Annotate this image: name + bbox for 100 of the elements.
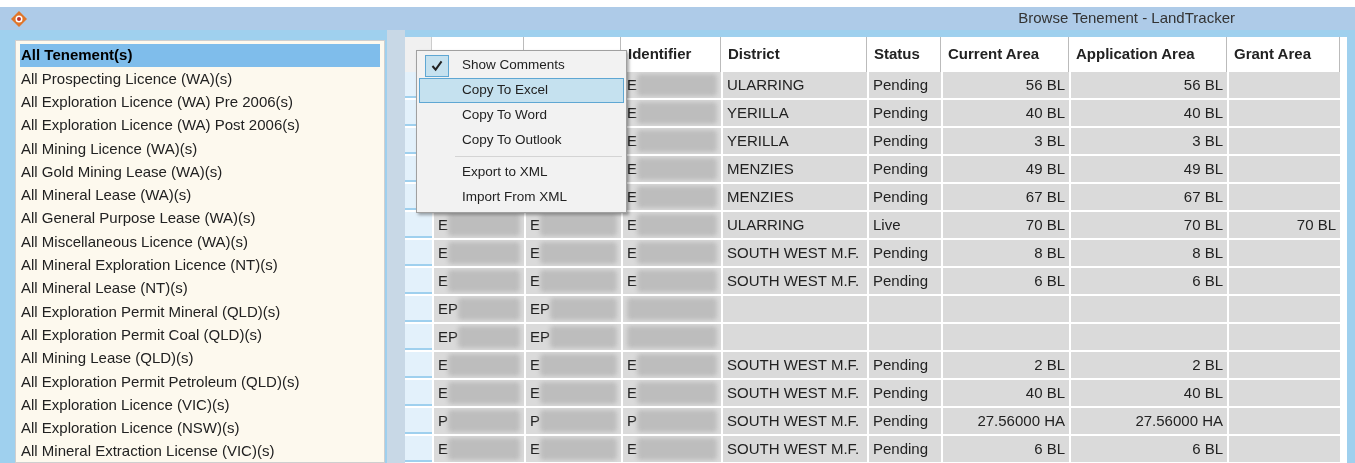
- sidebar-item[interactable]: All Gold Mining Lease (WA)(s): [20, 160, 380, 184]
- table-cell: MENZIES: [723, 184, 867, 210]
- cell-text: E: [627, 74, 637, 95]
- redacted-blur: [448, 382, 520, 404]
- sidebar-item[interactable]: All Exploration Permit Mineral (QLD)(s): [20, 300, 380, 324]
- sidebar-item[interactable]: All Exploration Licence (WA) Pre 2006(s): [20, 90, 380, 114]
- table-cell: Pending: [869, 352, 941, 378]
- cell-text: E: [627, 130, 637, 151]
- cell-text: E: [438, 354, 448, 375]
- row-header[interactable]: [405, 268, 432, 294]
- table-cell: Pending: [869, 156, 941, 182]
- row-header[interactable]: [405, 296, 432, 322]
- cell-text: E: [530, 242, 540, 263]
- redacted-blur: [550, 298, 617, 320]
- table-cell: 6 BL: [1071, 436, 1227, 462]
- table-cell: 6 BL: [943, 436, 1069, 462]
- cell-text: E: [627, 382, 637, 403]
- cell-text: E: [438, 214, 448, 235]
- table-cell: SOUTH WEST M.F.: [723, 240, 867, 266]
- table-cell: SOUTH WEST M.F.: [723, 436, 867, 462]
- sidebar-item[interactable]: All Mineral Lease (WA)(s): [20, 183, 380, 208]
- splitter[interactable]: [387, 30, 405, 463]
- table-cell: 56 BL: [1071, 72, 1227, 98]
- redacted-blur: [458, 298, 520, 320]
- table-cell: 67 BL: [943, 184, 1069, 210]
- redacted-blur: [448, 438, 520, 460]
- table-cell: YERILLA: [723, 128, 867, 154]
- redacted-blur: [448, 242, 520, 264]
- menu-item[interactable]: Export to XML: [419, 160, 624, 185]
- redacted-blur: [448, 270, 520, 292]
- redacted-blur: [448, 410, 520, 432]
- table-cell: Pending: [869, 436, 941, 462]
- table-cell: 40 BL: [1071, 100, 1227, 126]
- cell-text: E: [627, 438, 637, 459]
- table-cell: 40 BL: [943, 100, 1069, 126]
- table-cell: 2 BL: [943, 352, 1069, 378]
- table-cell: Pending: [869, 268, 941, 294]
- sidebar-item[interactable]: All Prospecting Licence (WA)(s): [20, 67, 380, 91]
- row-header[interactable]: [405, 408, 432, 434]
- cell-text: E: [627, 186, 637, 207]
- sidebar-item[interactable]: All Mining Lease (QLD)(s): [20, 346, 380, 371]
- table-cell: SOUTH WEST M.F.: [723, 268, 867, 294]
- table-cell: 27.56000 HA: [943, 408, 1069, 434]
- table-cell: 8 BL: [943, 240, 1069, 266]
- sidebar-item[interactable]: All Exploration Licence (NSW)(s): [20, 416, 380, 441]
- table-cell: 6 BL: [1071, 268, 1227, 294]
- table-cell: [869, 324, 941, 350]
- cell-text: E: [627, 102, 637, 123]
- row-header[interactable]: [405, 324, 432, 350]
- cell-text: E: [438, 382, 448, 403]
- table-cell: 70 BL: [1229, 212, 1340, 238]
- row-header[interactable]: [405, 240, 432, 266]
- cell-text: E: [438, 270, 448, 291]
- cell-text: E: [627, 158, 637, 179]
- table-cell: 67 BL: [1071, 184, 1227, 210]
- menu-item[interactable]: Copy To Excel: [419, 78, 624, 103]
- redacted-blur: [550, 326, 617, 348]
- sidebar-item[interactable]: All Exploration Licence (WA) Post 2006(s): [20, 113, 380, 138]
- menu-item[interactable]: Show Comments: [419, 53, 624, 78]
- cell-text: P: [438, 410, 448, 431]
- table-cell: 27.56000 HA: [1071, 408, 1227, 434]
- row-header[interactable]: [405, 212, 432, 238]
- cell-text: E: [530, 382, 540, 403]
- menu-item[interactable]: Copy To Outlook: [419, 128, 624, 153]
- sidebar-item[interactable]: All Tenement(s): [20, 44, 380, 68]
- sidebar-item[interactable]: All Exploration Permit Petroleum (QLD)(s): [20, 370, 380, 394]
- sidebar-item[interactable]: All Exploration Licence (VIC)(s): [20, 393, 380, 417]
- sidebar-item[interactable]: All Mining Licence (WA)(s): [20, 137, 380, 161]
- cell-text: E: [627, 354, 637, 375]
- cell-text: E: [530, 438, 540, 459]
- cell-text: E: [627, 270, 637, 291]
- menu-item[interactable]: Import From XML: [419, 185, 624, 210]
- cell-text: E: [530, 354, 540, 375]
- sidebar-item[interactable]: All Miscellaneous Licence (WA)(s): [20, 230, 380, 254]
- table-cell: Pending: [869, 408, 941, 434]
- cell-text: E: [438, 242, 448, 263]
- sidebar-item[interactable]: All Exploration Permit Coal (QLD)(s): [20, 323, 380, 347]
- sidebar-item[interactable]: All General Purpose Lease (WA)(s): [20, 207, 380, 231]
- cell-text: EP: [530, 298, 550, 319]
- table-cell: 6 BL: [943, 268, 1069, 294]
- cell-text: E: [530, 214, 540, 235]
- row-header[interactable]: [405, 380, 432, 406]
- row-header[interactable]: [405, 352, 432, 378]
- row-header[interactable]: [405, 436, 432, 462]
- sidebar-item[interactable]: All Mineral Exploration Licence (NT)(s): [20, 253, 380, 277]
- table-cell: 49 BL: [943, 156, 1069, 182]
- table-cell: 2 BL: [1071, 352, 1227, 378]
- table-cell: 8 BL: [1071, 240, 1227, 266]
- sidebar-item[interactable]: All Mineral Lease (NT)(s): [20, 276, 380, 301]
- table-cell: 49 BL: [1071, 156, 1227, 182]
- redacted-blur: [458, 326, 520, 348]
- table-cell: Live: [869, 212, 941, 238]
- table-cell: SOUTH WEST M.F.: [723, 380, 867, 406]
- menu-item[interactable]: Copy To Word: [419, 103, 624, 128]
- cell-text: EP: [438, 298, 458, 319]
- table-cell: 40 BL: [1071, 380, 1227, 406]
- window-title: Browse Tenement - LandTracker: [1018, 8, 1235, 29]
- sidebar-item[interactable]: All Mineral Extraction License (VIC)(s): [20, 440, 380, 462]
- cell-text: EP: [530, 326, 550, 347]
- table-cell: SOUTH WEST M.F.: [723, 408, 867, 434]
